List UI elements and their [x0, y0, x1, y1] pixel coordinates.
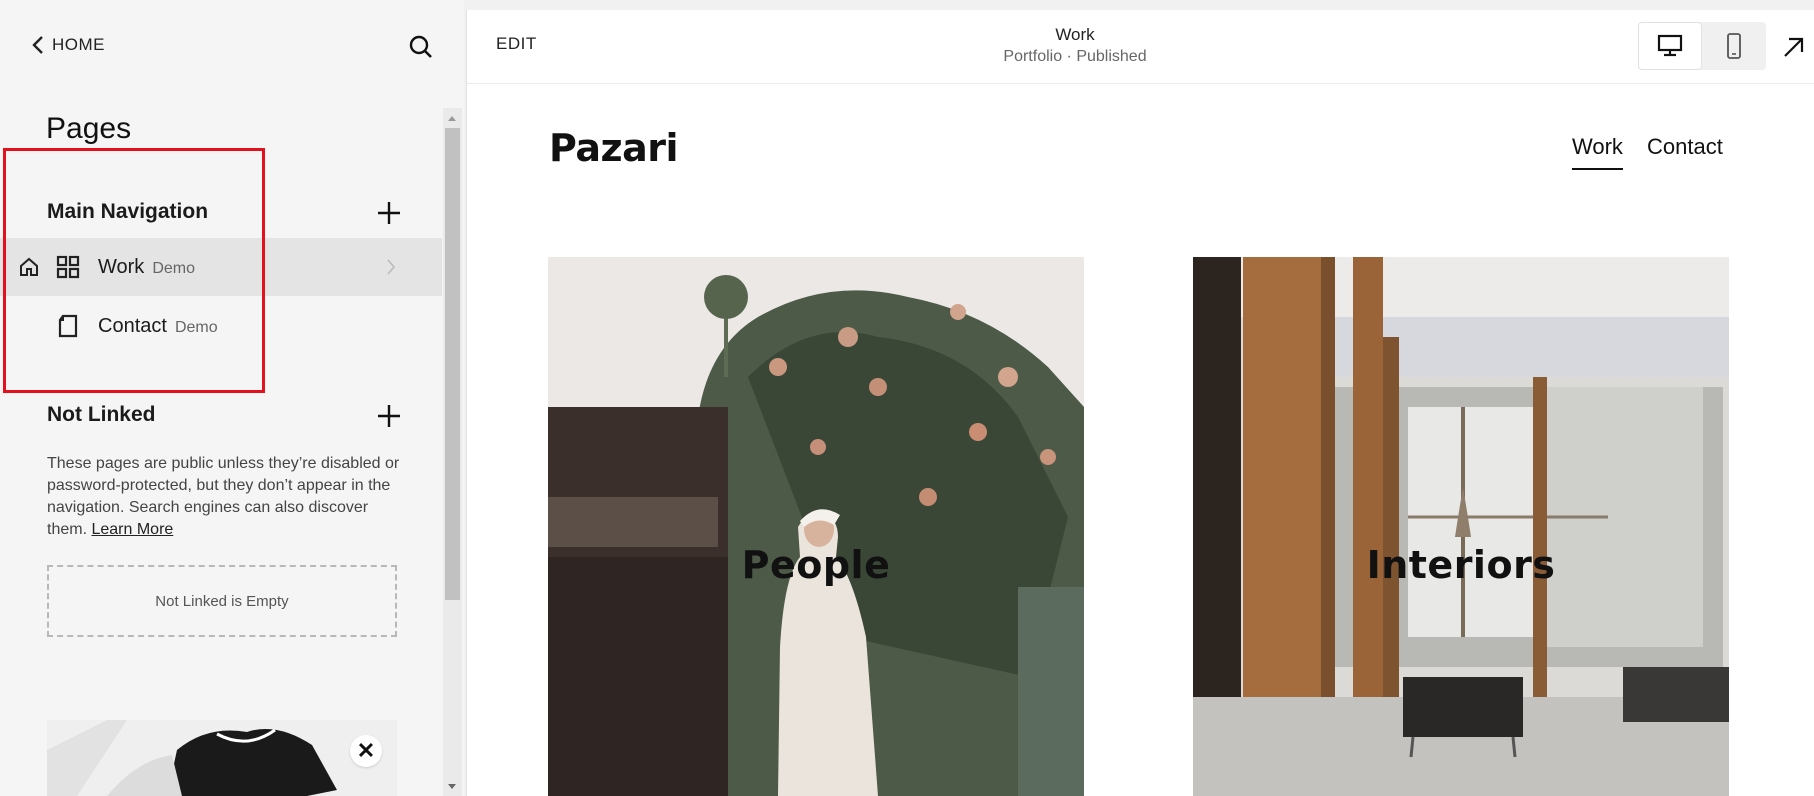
not-linked-heading: Not Linked — [47, 403, 156, 426]
site-nav-contact[interactable]: Contact — [1647, 134, 1723, 160]
add-page-not-linked-button[interactable] — [372, 399, 406, 433]
sidebar-topbar: HOME — [0, 0, 464, 94]
site-preview: EDIT Work Portfolio · Published Pazari W… — [466, 10, 1814, 796]
pages-sidebar: HOME Pages Main Navigation Work Demo Cont… — [0, 0, 464, 796]
open-external-icon[interactable] — [1779, 32, 1809, 62]
sidebar-scroll-thumb[interactable] — [445, 128, 460, 600]
nav-item-contact[interactable]: Contact Demo — [0, 297, 442, 355]
main-navigation-heading: Main Navigation — [47, 200, 209, 223]
mobile-icon — [1727, 33, 1741, 59]
add-page-main-nav-button[interactable] — [372, 196, 406, 230]
scroll-up-icon[interactable] — [446, 113, 458, 123]
desktop-view-button[interactable] — [1638, 22, 1702, 70]
grid-icon — [56, 255, 80, 279]
nav-item-work[interactable]: Work Demo — [0, 238, 442, 296]
people-photo — [548, 257, 1084, 796]
tile-label-people: People — [741, 543, 891, 587]
home-link[interactable]: HOME — [30, 34, 105, 56]
home-label: HOME — [52, 35, 105, 54]
demo-tag: Demo — [174, 318, 218, 336]
nav-item-label: Contact Demo — [98, 315, 218, 338]
mobile-view-button[interactable] — [1702, 22, 1766, 70]
close-promo-button[interactable]: ✕ — [350, 735, 382, 767]
tshirt-image — [47, 720, 397, 796]
chevron-left-icon — [32, 36, 43, 54]
not-linked-description: These pages are public unless they’re di… — [47, 453, 412, 541]
page-icon — [58, 314, 78, 338]
chevron-right-icon — [387, 259, 396, 275]
tile-label-interiors: Interiors — [1366, 543, 1556, 587]
promo-image — [47, 720, 397, 796]
site-title[interactable]: Pazari — [549, 126, 679, 170]
nav-item-title: Contact — [98, 314, 167, 337]
scroll-down-icon[interactable] — [446, 782, 458, 792]
pages-title: Pages — [46, 112, 132, 145]
nav-item-title: Work — [98, 255, 145, 278]
device-toggle — [1638, 22, 1766, 70]
preview-header: EDIT Work Portfolio · Published — [467, 10, 1814, 84]
desktop-icon — [1657, 34, 1683, 57]
preview-page-status: Portfolio · Published — [1003, 48, 1147, 65]
nav-item-label: Work Demo — [98, 256, 195, 279]
site-nav-work[interactable]: Work — [1572, 134, 1623, 170]
interiors-photo — [1193, 257, 1729, 796]
not-linked-empty-state: Not Linked is Empty — [47, 565, 397, 637]
gallery-tile-interiors[interactable]: Interiors — [1193, 257, 1729, 796]
search-icon[interactable] — [404, 30, 438, 64]
preview-page-name: Work — [1055, 25, 1095, 44]
demo-tag: Demo — [152, 259, 195, 277]
gallery-tile-people[interactable]: People — [548, 257, 1084, 796]
home-icon — [20, 257, 38, 276]
learn-more-link[interactable]: Learn More — [91, 521, 173, 538]
